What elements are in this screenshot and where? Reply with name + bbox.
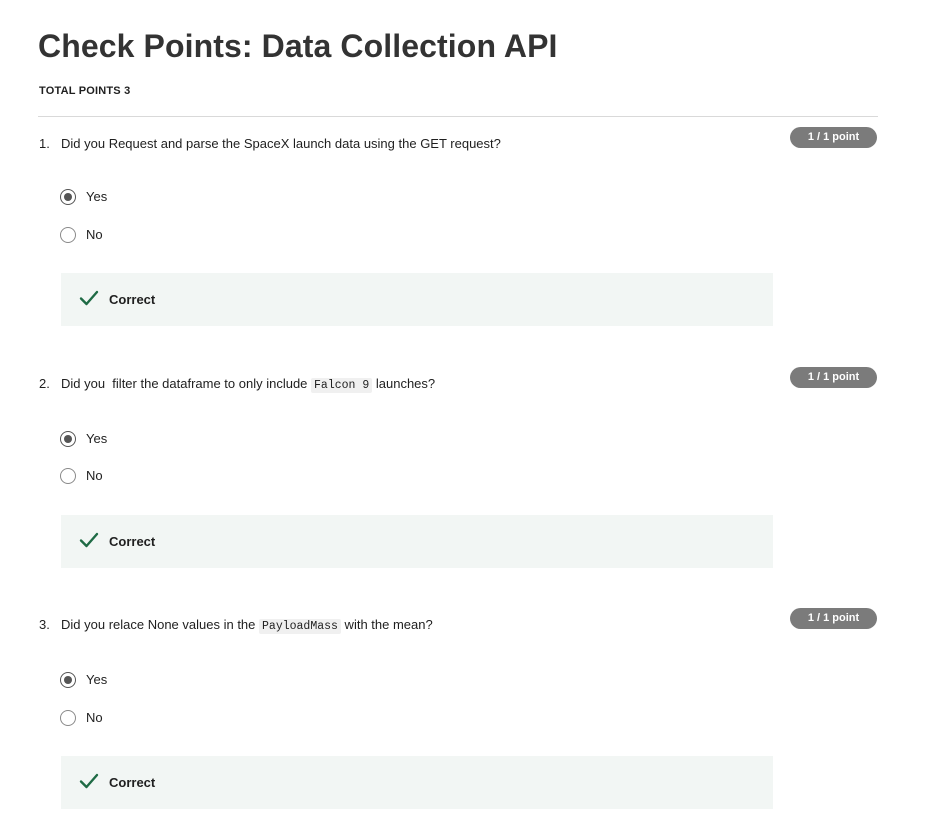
- question-prompt: Did you filter the dataframe to only inc…: [61, 376, 436, 393]
- option-label: No: [86, 227, 103, 242]
- radio-selected-icon[interactable]: [60, 189, 76, 205]
- prompt-text: Did you Request and parse the SpaceX lau…: [61, 136, 501, 151]
- prompt-text-after: with the mean?: [340, 617, 433, 632]
- prompt-code: PayloadMass: [259, 619, 341, 634]
- total-points: TOTAL POINTS 3: [39, 85, 131, 97]
- option-label: Yes: [86, 431, 108, 446]
- prompt-text: Did you relace None values in the: [61, 617, 260, 632]
- prompt-text-after: launches?: [372, 376, 436, 391]
- page-title: Check Points: Data Collection API: [38, 28, 558, 64]
- radio-unselected-icon[interactable]: [60, 227, 76, 243]
- option-label: Yes: [86, 672, 108, 687]
- question-number: 1.: [39, 136, 50, 151]
- option-label: No: [86, 710, 103, 725]
- divider: [38, 116, 878, 117]
- radio-unselected-icon[interactable]: [60, 468, 76, 484]
- prompt-text: Did you filter the dataframe to only inc…: [61, 376, 312, 391]
- question-2: 2. Did you filter the dataframe to only …: [38, 367, 878, 576]
- feedback-label: Correct: [109, 534, 156, 549]
- radio-selected-icon[interactable]: [60, 431, 76, 447]
- points-badge: 1 / 1 point: [790, 608, 877, 629]
- feedback-label: Correct: [109, 775, 156, 790]
- question-1: 1. Did you Request and parse the SpaceX …: [38, 127, 878, 336]
- points-badge: 1 / 1 point: [790, 127, 877, 148]
- feedback-label: Correct: [109, 292, 156, 307]
- option-label: No: [86, 468, 103, 483]
- radio-selected-icon[interactable]: [60, 672, 76, 688]
- question-3: 3. Did you relace None values in the Pay…: [38, 608, 878, 817]
- option-label: Yes: [86, 189, 108, 204]
- check-icon: [79, 773, 99, 789]
- feedback-box: Correct: [61, 273, 773, 326]
- question-number: 2.: [39, 376, 50, 391]
- question-prompt: Did you relace None values in the Payloa…: [61, 617, 433, 634]
- check-icon: [79, 290, 99, 306]
- check-icon: [79, 532, 99, 548]
- points-badge: 1 / 1 point: [790, 367, 877, 388]
- radio-unselected-icon[interactable]: [60, 710, 76, 726]
- prompt-code: Falcon 9: [311, 378, 373, 393]
- question-number: 3.: [39, 617, 50, 632]
- feedback-box: Correct: [61, 515, 773, 568]
- question-prompt: Did you Request and parse the SpaceX lau…: [61, 136, 501, 151]
- feedback-box: Correct: [61, 756, 773, 809]
